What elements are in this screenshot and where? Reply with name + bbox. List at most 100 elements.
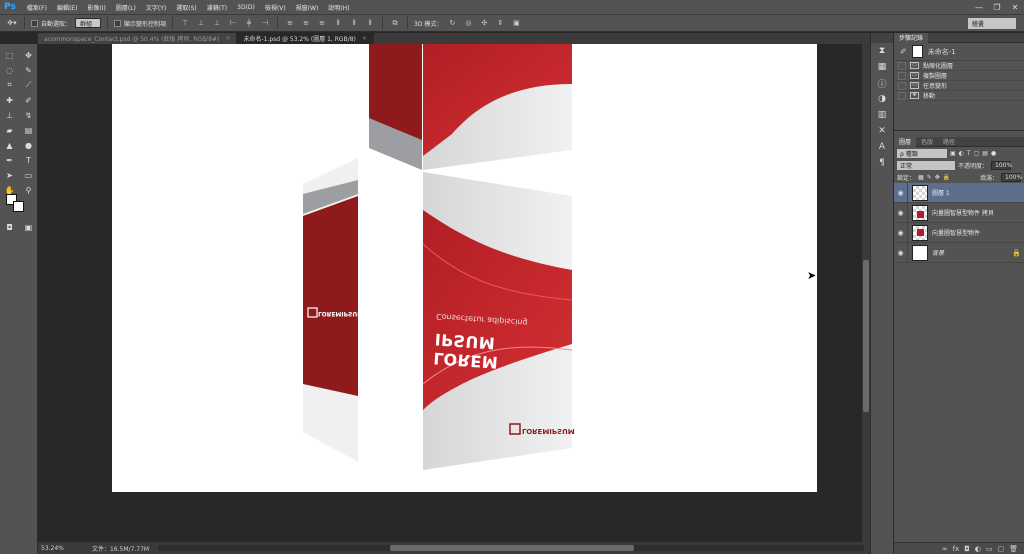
maximize-button[interactable]: ❐ [988, 0, 1006, 15]
align-hcenter-icon[interactable]: ╪ [243, 17, 255, 29]
distribute-left-icon[interactable]: ⦀ [332, 17, 344, 29]
align-right-icon[interactable]: ⊣ [259, 17, 271, 29]
lock-all-icon[interactable]: 🔒 [943, 174, 950, 181]
link-layers-icon[interactable]: ∞ [942, 545, 948, 553]
dodge-tool-icon[interactable]: ● [19, 138, 38, 152]
visibility-eye-icon[interactable]: ◉ [894, 202, 908, 223]
history-item[interactable]: ✥ 移動 [894, 91, 1024, 101]
lasso-tool-icon[interactable]: ◌ [0, 63, 19, 77]
layer-row[interactable]: ◉ 向量圖智慧型物件 拷貝 [894, 202, 1024, 223]
history-checkbox[interactable] [898, 81, 906, 90]
tab-paths[interactable]: 路徑 [938, 137, 960, 147]
tab-close-icon[interactable]: × [362, 35, 367, 42]
menu-view[interactable]: 檢視(V) [260, 3, 291, 12]
vertical-scroll-thumb[interactable] [863, 260, 869, 412]
history-panel-icon[interactable]: ⧗ [871, 43, 893, 59]
tab-layers[interactable]: 圖層 [894, 136, 917, 147]
canvas-area[interactable]: LOREM IPSUM Consectetur adipiscing LOREM… [38, 44, 862, 542]
menu-image[interactable]: 影像(I) [82, 3, 110, 12]
lock-transparent-icon[interactable]: ▦ [918, 174, 924, 181]
tab-channels[interactable]: 色版 [916, 137, 938, 147]
gradient-tool-icon[interactable]: ▤ [19, 123, 38, 137]
visibility-eye-icon[interactable]: ◉ [894, 182, 908, 203]
layer-row[interactable]: ◉ 背景 🔒 [894, 242, 1024, 263]
menu-select[interactable]: 選取(S) [171, 3, 202, 12]
menu-file[interactable]: 檔案(F) [22, 3, 52, 12]
zoom-tool-icon[interactable]: ⚲ [19, 183, 38, 197]
3d-pan-icon[interactable]: ✣ [478, 17, 490, 29]
blend-mode-dropdown[interactable]: 正常 [897, 160, 955, 170]
history-item[interactable]: ▭ 複製圖層 [894, 71, 1024, 81]
new-layer-icon[interactable]: ▢ [997, 545, 1004, 553]
tab-history[interactable]: 步驟記錄 [894, 32, 929, 43]
history-brush-icon[interactable]: ↯ [19, 108, 38, 122]
menu-help[interactable]: 說明(H) [323, 3, 354, 12]
3d-slide-icon[interactable]: ⇕ [494, 17, 506, 29]
menu-type[interactable]: 文字(Y) [141, 3, 171, 12]
history-item[interactable]: ▭ 點陣化圖層 [894, 61, 1024, 71]
filter-toggle-icon[interactable]: ● [991, 150, 996, 157]
screen-mode-icon[interactable]: ▣ [19, 220, 38, 234]
opacity-input[interactable]: 100% [991, 160, 1012, 170]
filter-smart-icon[interactable]: ▤ [982, 150, 988, 157]
auto-align-icon[interactable]: ⧉ [389, 17, 401, 29]
minimize-button[interactable]: — [970, 0, 988, 15]
brush-tool-icon[interactable]: ✐ [19, 93, 38, 107]
crop-tool-icon[interactable]: ⌗ [0, 78, 19, 92]
auto-select-dropdown[interactable]: 群組 [75, 18, 102, 28]
healing-brush-icon[interactable]: ✚ [0, 93, 19, 107]
tab-document-1[interactable]: acommonspace_Contact.psd @ 50.4% (底板 拷貝,… [38, 33, 238, 44]
menu-layer[interactable]: 圖層(L) [111, 3, 141, 12]
align-left-icon[interactable]: ⊢ [227, 17, 239, 29]
tab-document-2[interactable]: 未命名-1.psd @ 53.2% (圖層 1, RGB/8) × [237, 33, 374, 44]
fill-input[interactable]: 100% [1001, 172, 1022, 182]
document-canvas[interactable]: LOREM IPSUM Consectetur adipiscing LOREM… [112, 44, 817, 492]
filter-pixel-icon[interactable]: ▣ [950, 150, 956, 157]
transform-controls-checkbox[interactable]: 顯示變形控制項 [114, 19, 166, 28]
auto-select-checkbox[interactable]: 自動選取： [31, 19, 71, 28]
marquee-tool-icon[interactable]: ⬚ [0, 48, 19, 62]
pen-tool-icon[interactable]: ✒ [0, 153, 19, 167]
filter-shape-icon[interactable]: ▢ [974, 150, 980, 157]
character-panel-icon[interactable]: A [871, 139, 893, 155]
blur-tool-icon[interactable]: ▲ [0, 138, 19, 152]
horizontal-scrollbar[interactable] [158, 545, 864, 551]
history-checkbox[interactable] [898, 71, 906, 80]
add-mask-icon[interactable]: ◘ [964, 545, 970, 553]
horizontal-scroll-thumb[interactable] [390, 545, 634, 551]
menu-3d[interactable]: 3D(D) [232, 4, 260, 11]
tool-presets-icon[interactable]: ✕ [871, 123, 893, 139]
3d-scale-icon[interactable]: ▣ [510, 17, 522, 29]
doc-size[interactable]: 文件：16.5M/7.77M [84, 544, 149, 553]
3d-rotate-icon[interactable]: ↻ [446, 17, 458, 29]
quick-select-tool-icon[interactable]: ✎ [19, 63, 38, 77]
distribute-right-icon[interactable]: ⦀ [364, 17, 376, 29]
adjustment-layer-icon[interactable]: ◐ [975, 545, 981, 553]
move-tool-preset-icon[interactable]: ✥▾ [6, 17, 18, 29]
layer-row[interactable]: ◉ 向量圖智慧型物件 [894, 222, 1024, 243]
move-tool-icon[interactable]: ✥ [19, 48, 38, 62]
menu-edit[interactable]: 編輯(E) [52, 3, 82, 12]
distribute-top-icon[interactable]: ≡ [284, 17, 296, 29]
color-panel-icon[interactable]: ◑ [871, 91, 893, 107]
new-group-icon[interactable]: ▭ [986, 545, 993, 553]
distribute-hcenter-icon[interactable]: ⦀ [348, 17, 360, 29]
history-checkbox[interactable] [898, 61, 906, 70]
history-snapshot[interactable]: ✐ 未命名-1 [894, 43, 1024, 61]
filter-type-icon[interactable]: T [967, 150, 971, 157]
lock-pixels-icon[interactable]: ✎ [927, 174, 932, 181]
3d-roll-icon[interactable]: ◎ [462, 17, 474, 29]
tab-close-icon[interactable]: × [225, 35, 230, 42]
visibility-eye-icon[interactable]: ◉ [894, 222, 908, 243]
menu-filter[interactable]: 濾鏡(T) [202, 3, 232, 12]
align-vcenter-icon[interactable]: ⊥ [195, 17, 207, 29]
layer-style-icon[interactable]: fx [953, 545, 960, 553]
menu-window[interactable]: 視窗(W) [291, 3, 324, 12]
info-panel-icon[interactable]: ⓘ [871, 75, 893, 91]
close-button[interactable]: ✕ [1006, 0, 1024, 15]
distribute-center-icon[interactable]: ≡ [300, 17, 312, 29]
background-color-swatch[interactable] [13, 201, 24, 212]
vertical-scrollbar[interactable] [862, 44, 870, 542]
quick-mask-icon[interactable]: ◘ [0, 220, 19, 234]
brush-presets-icon[interactable]: ▦ [871, 59, 893, 75]
